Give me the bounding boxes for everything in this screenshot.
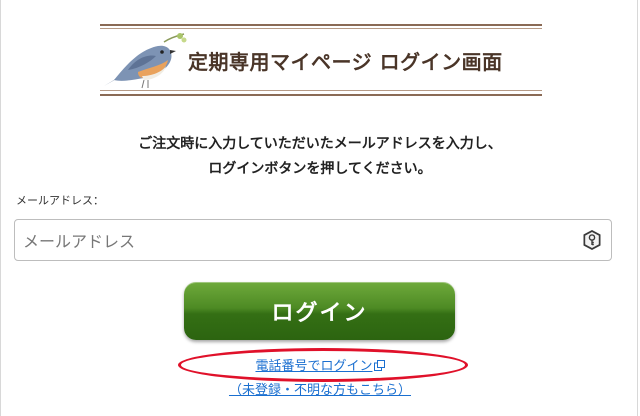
email-field-container [14,219,612,261]
header-banner: 定期専用マイページ ログイン画面 [100,24,542,98]
email-input[interactable] [21,224,565,258]
email-label: メールアドレス： [16,194,104,207]
instructions-line-2: ログインボタンを押してください。 [208,161,432,177]
instructions-line-1: ご注文時に入力していただいたメールアドレスを入力し、 [138,136,502,152]
banner-rule-bottom [100,94,542,96]
login-button[interactable]: ログイン [184,282,455,340]
phone-login-subtext[interactable]: （未登録・不明な方もこちら） [0,379,640,398]
phone-login-label[interactable]: 電話番号でログイン [255,359,372,374]
page-title: 定期専用マイページ ログイン画面 [188,50,503,74]
banner-rule-top [100,24,542,26]
login-instructions: ご注文時に入力していただいたメールアドレスを入力し、 ログインボタンを押してくだ… [0,132,640,182]
bird-icon [104,33,187,89]
external-link-icon [373,360,385,371]
key-icon[interactable] [581,229,603,251]
phone-login-link[interactable]: 電話番号でログイン [0,355,640,374]
